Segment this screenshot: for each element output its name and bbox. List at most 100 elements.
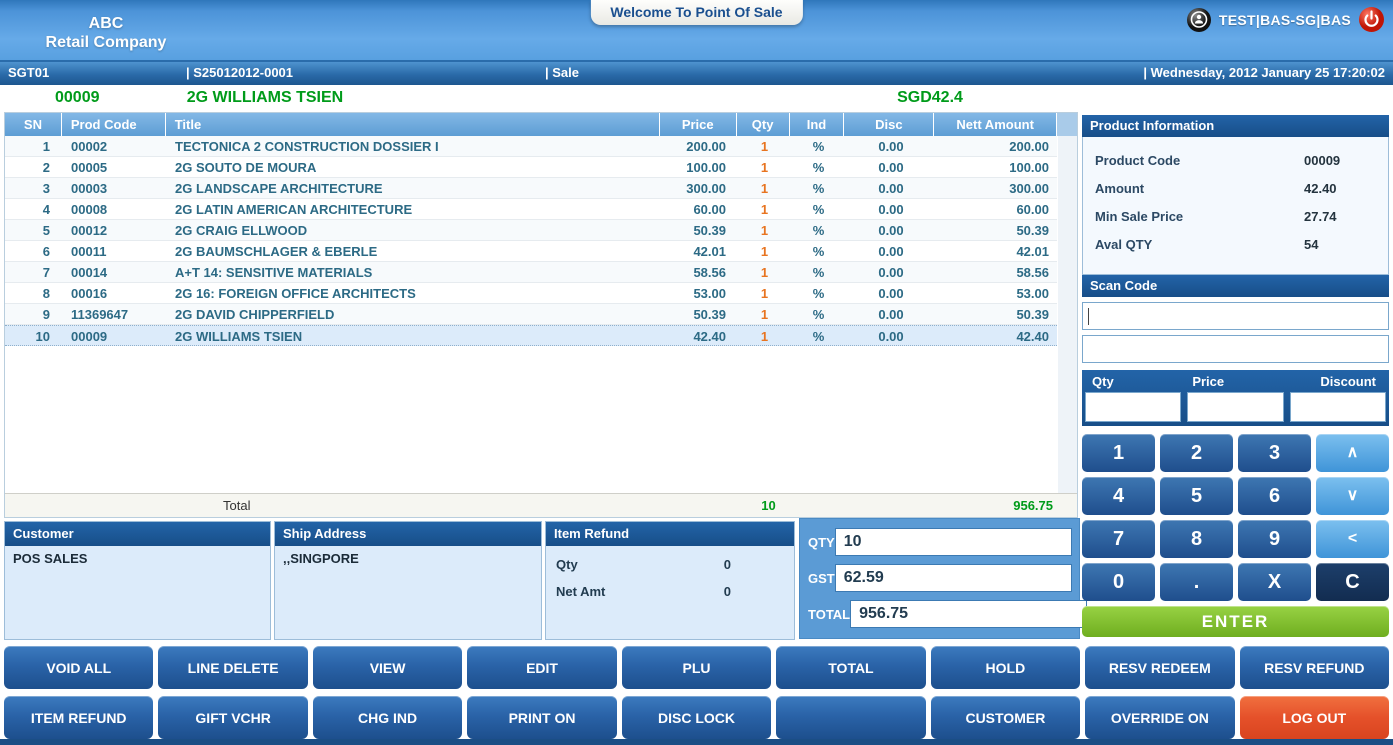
- print-on-button[interactable]: PRINT ON: [467, 696, 616, 739]
- table-row[interactable]: 100002TECTONICA 2 CONSTRUCTION DOSSIER I…: [5, 136, 1077, 157]
- ship-address-value: ,,SINGPORE: [275, 546, 541, 571]
- table-row[interactable]: 8000162G 16: FOREIGN OFFICE ARCHITECTS53…: [5, 283, 1077, 304]
- bottom-edge-strip: [0, 739, 1393, 745]
- disc-lock-button[interactable]: DISC LOCK: [622, 696, 771, 739]
- cell-title: A+T 14: SENSITIVE MATERIALS: [166, 262, 661, 282]
- table-scrollbar[interactable]: [1057, 136, 1077, 493]
- column-header-title: Title: [166, 113, 660, 136]
- totals-gst-label: GST: [808, 571, 835, 586]
- status-bar: SGT01 | S25012012-0001 | Sale | Wednesda…: [0, 62, 1393, 85]
- receipt-number: | S25012012-0001: [186, 65, 293, 80]
- totals-qty-field[interactable]: [835, 528, 1072, 556]
- cell-code: 00011: [62, 241, 166, 261]
- key-x[interactable]: X: [1238, 563, 1311, 601]
- view-button[interactable]: VIEW: [313, 646, 462, 689]
- key-7[interactable]: 7: [1082, 520, 1155, 558]
- resv-redeem-button[interactable]: RESV REDEEM: [1085, 646, 1234, 689]
- power-icon[interactable]: [1358, 6, 1385, 33]
- override-on-button[interactable]: OVERRIDE ON: [1085, 696, 1234, 739]
- cell-price: 200.00: [661, 136, 738, 156]
- cell-sn: 5: [5, 220, 62, 240]
- price-input[interactable]: [1187, 392, 1283, 422]
- table-row[interactable]: 6000112G BAUMSCHLAGER & EBERLE42.011%0.0…: [5, 241, 1077, 262]
- enter-button[interactable]: ENTER: [1082, 606, 1389, 637]
- column-header-qty: Qty: [737, 113, 790, 136]
- cell-price: 58.56: [661, 262, 738, 282]
- table-row[interactable]: 5000122G CRAIG ELLWOOD50.391%0.0050.39: [5, 220, 1077, 241]
- cell-code: 00002: [62, 136, 166, 156]
- totals-gst-field[interactable]: [835, 564, 1072, 592]
- customer-button[interactable]: CUSTOMER: [931, 696, 1080, 739]
- refund-qty-row: Qty 0: [554, 551, 786, 578]
- table-row[interactable]: 4000082G LATIN AMERICAN ARCHITECTURE60.0…: [5, 199, 1077, 220]
- key-2[interactable]: 2: [1160, 434, 1233, 472]
- cell-ind: %: [791, 136, 846, 156]
- total-button[interactable]: TOTAL: [776, 646, 925, 689]
- cell-sn: 3: [5, 178, 62, 198]
- scrollbar-header-spacer: [1057, 113, 1077, 136]
- key-5[interactable]: 5: [1160, 477, 1233, 515]
- cell-disc: 0.00: [846, 304, 936, 324]
- scan-code-input[interactable]: [1083, 303, 1388, 329]
- cell-price: 60.00: [661, 199, 738, 219]
- current-item-bar: 00009 2G WILLIAMS TSIEN SGD42.4: [0, 85, 1393, 112]
- key-backspace[interactable]: <: [1316, 520, 1389, 558]
- key-1[interactable]: 1: [1082, 434, 1155, 472]
- key-dot[interactable]: .: [1160, 563, 1233, 601]
- key-4[interactable]: 4: [1082, 477, 1155, 515]
- qty-input[interactable]: [1085, 392, 1181, 422]
- current-item-amount: SGD42.4: [870, 89, 990, 107]
- cell-nett: 53.00: [936, 283, 1059, 303]
- log-out-button[interactable]: LOG OUT: [1240, 696, 1389, 739]
- hold-button[interactable]: HOLD: [931, 646, 1080, 689]
- scan-code-input-wrap: [1082, 302, 1389, 330]
- company-logo: ABC Retail Company: [26, 14, 186, 52]
- void-all-button[interactable]: VOID ALL: [4, 646, 153, 689]
- key-8[interactable]: 8: [1160, 520, 1233, 558]
- cell-ind: %: [791, 326, 846, 345]
- key-6[interactable]: 6: [1238, 477, 1311, 515]
- key-0[interactable]: 0: [1082, 563, 1155, 601]
- key-3[interactable]: 3: [1238, 434, 1311, 472]
- gift-vchr-button[interactable]: GIFT VCHR: [158, 696, 307, 739]
- cell-sn: 10: [5, 326, 62, 345]
- refund-netamt-value: 0: [724, 584, 731, 599]
- key-9[interactable]: 9: [1238, 520, 1311, 558]
- totals-total-field[interactable]: [850, 600, 1087, 628]
- cell-qty: 1: [738, 304, 791, 324]
- discount-input[interactable]: [1290, 392, 1386, 422]
- plu-button[interactable]: PLU: [622, 646, 771, 689]
- logged-in-user-label: TEST|BAS-SG|BAS: [1219, 12, 1351, 28]
- cell-nett: 50.39: [936, 220, 1059, 240]
- cell-nett: 42.40: [936, 326, 1059, 345]
- edit-button[interactable]: EDIT: [467, 646, 616, 689]
- product-info-row: Aval QTY 54: [1083, 231, 1388, 259]
- table-row[interactable]: 3000032G LANDSCAPE ARCHITECTURE300.001%0…: [5, 178, 1077, 199]
- column-header-price: Price: [660, 113, 737, 136]
- cell-qty: 1: [738, 178, 791, 198]
- customer-panel-title: Customer: [5, 522, 270, 546]
- item-refund-panel-title: Item Refund: [546, 522, 794, 546]
- line-delete-button[interactable]: LINE DELETE: [158, 646, 307, 689]
- scan-code-secondary-input[interactable]: [1083, 336, 1388, 362]
- chg-ind-button[interactable]: CHG IND: [313, 696, 462, 739]
- datetime-label: | Wednesday, 2012 January 25 17:20:02: [1143, 65, 1385, 80]
- table-row[interactable]: 2000052G SOUTO DE MOURA100.001%0.00100.0…: [5, 157, 1077, 178]
- key-clear[interactable]: C: [1316, 563, 1389, 601]
- table-row[interactable]: 700014A+T 14: SENSITIVE MATERIALS58.561%…: [5, 262, 1077, 283]
- product-info-title: Product Information: [1082, 115, 1389, 137]
- company-name-line1: ABC: [26, 14, 186, 33]
- total-nett-value: 956.75: [940, 494, 1053, 518]
- user-icon: [1186, 7, 1212, 33]
- items-table: SN Prod Code Title Price Qty Ind Disc Ne…: [4, 112, 1078, 518]
- table-row[interactable]: 10000092G WILLIAMS TSIEN42.401%0.0042.40: [5, 325, 1077, 346]
- item-refund-button[interactable]: ITEM REFUND: [4, 696, 153, 739]
- product-info-body: Product Code 00009 Amount 42.40 Min Sale…: [1082, 137, 1389, 275]
- key-down[interactable]: ∨: [1316, 477, 1389, 515]
- cell-code: 11369647: [62, 304, 166, 324]
- table-row[interactable]: 9113696472G DAVID CHIPPERFIELD50.391%0.0…: [5, 304, 1077, 325]
- blank-button[interactable]: [776, 696, 925, 739]
- resv-refund-button[interactable]: RESV REFUND: [1240, 646, 1389, 689]
- cell-title: 2G WILLIAMS TSIEN: [166, 326, 661, 345]
- key-up[interactable]: ∧: [1316, 434, 1389, 472]
